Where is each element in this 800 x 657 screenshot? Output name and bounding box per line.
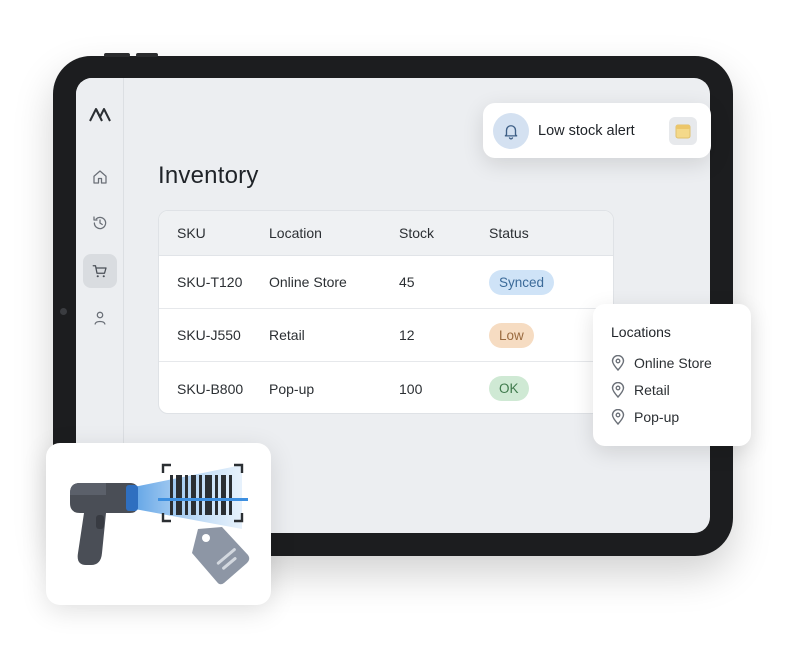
location-label: Retail: [634, 382, 670, 398]
locations-panel: Locations Online Store Retail Pop-up: [593, 304, 751, 446]
home-icon: [93, 170, 107, 184]
bell-icon-wrapper: [493, 113, 529, 149]
map-pin-icon: [611, 355, 625, 371]
barcode-scanner-icon: [70, 483, 138, 565]
page-title: Inventory: [158, 162, 259, 189]
column-header-stock[interactable]: Stock: [399, 225, 489, 241]
status-badge: Synced: [489, 269, 555, 295]
history-icon: [93, 216, 107, 230]
cell-location: Retail: [269, 327, 305, 343]
calendar-icon: [675, 124, 691, 139]
cell-sku: SKU-B800: [177, 380, 244, 397]
sidebar-item-profile[interactable]: [83, 301, 117, 335]
bell-icon: [504, 125, 518, 140]
map-pin-icon: [611, 382, 625, 398]
cell-location: Online Store: [269, 274, 347, 290]
tablet-camera: [60, 308, 67, 315]
table-row[interactable]: SKU-B800 Pop-up 100 OK: [159, 362, 613, 413]
location-option[interactable]: Pop-up: [611, 409, 679, 425]
cell-sku: SKU-J550: [177, 327, 241, 343]
cell-sku: SKU-T120: [177, 274, 243, 290]
column-header-status[interactable]: Status: [489, 225, 613, 241]
table-row[interactable]: SKU-J550 Retail 12 Low: [159, 309, 613, 362]
sidebar-item-history[interactable]: [83, 206, 117, 240]
cell-stock: 45: [399, 274, 415, 290]
column-header-sku[interactable]: SKU: [159, 225, 269, 241]
cart-icon: [92, 265, 107, 278]
alert-action-button[interactable]: [669, 117, 697, 145]
map-pin-icon: [611, 409, 625, 425]
sidebar-item-home[interactable]: [83, 160, 117, 194]
scanner-illustration: [46, 443, 271, 605]
location-label: Pop-up: [634, 409, 680, 425]
tablet-button: [104, 53, 130, 57]
cell-location: Pop-up: [269, 380, 315, 397]
column-header-location[interactable]: Location: [269, 225, 399, 241]
price-tag-icon: [192, 527, 250, 585]
location-option[interactable]: Online Store: [611, 355, 712, 371]
status-badge: Low: [489, 322, 534, 348]
user-icon: [94, 311, 106, 325]
tablet-button: [136, 53, 158, 57]
locations-title: Locations: [611, 324, 671, 340]
inventory-table: SKU Location Stock Status SKU-T120 Onlin…: [158, 210, 614, 414]
table-header: SKU Location Stock Status: [159, 211, 613, 256]
status-badge: OK: [489, 376, 529, 401]
sidebar-item-cart[interactable]: [83, 254, 117, 288]
alert-text: Low stock alert: [538, 123, 635, 139]
location-option[interactable]: Retail: [611, 382, 670, 398]
logo-icon: [89, 108, 111, 122]
cell-stock: 100: [399, 380, 423, 397]
table-row[interactable]: SKU-T120 Online Store 45 Synced: [159, 256, 613, 309]
cell-stock: 12: [399, 327, 415, 343]
low-stock-alert[interactable]: Low stock alert: [483, 103, 711, 158]
location-label: Online Store: [634, 355, 712, 371]
